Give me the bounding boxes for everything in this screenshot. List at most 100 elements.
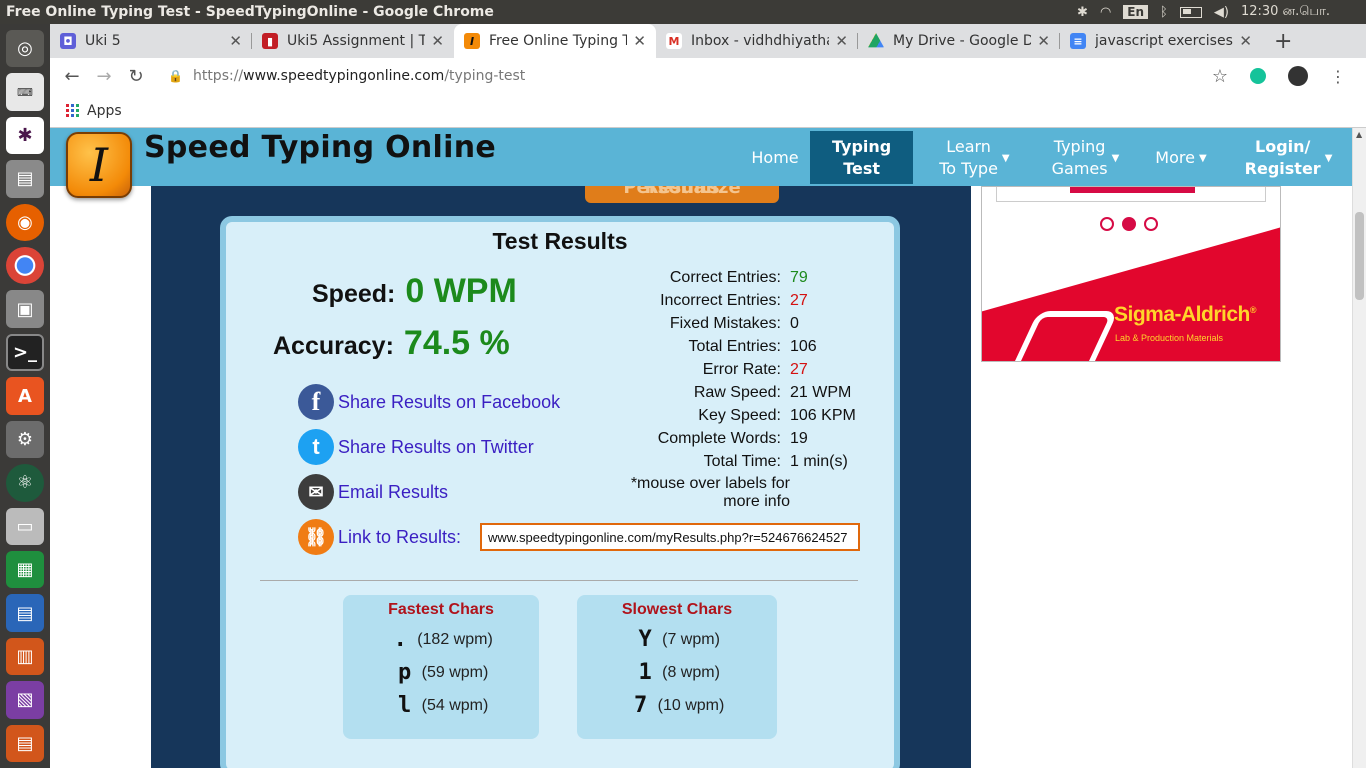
close-icon[interactable]: ✕	[1239, 32, 1252, 50]
carousel-dot[interactable]	[1144, 217, 1158, 231]
link-chain-icon[interactable]: ⛓	[298, 519, 334, 555]
bluetooth-icon[interactable]: ᛒ	[1160, 5, 1168, 20]
twitter-icon[interactable]: t	[298, 429, 334, 465]
page-scrollbar[interactable]: ▲	[1352, 128, 1366, 768]
stat-label[interactable]: Raw Speed:	[616, 384, 790, 402]
nav-login-register[interactable]: Login/Register ▼	[1219, 131, 1333, 184]
results-link-field[interactable]: www.speedtypingonline.com/myResults.php?…	[480, 523, 860, 551]
tab-javascript-exercises[interactable]: ≡ javascript exercises ✕	[1060, 24, 1262, 58]
stat-label[interactable]: Fixed Mistakes:	[616, 315, 790, 333]
back-icon[interactable]: ←	[56, 66, 88, 87]
wifi-icon[interactable]: ◠	[1100, 5, 1111, 20]
share-twitter[interactable]: t Share Results on Twitter	[298, 429, 534, 465]
stat-label[interactable]: Total Entries:	[616, 338, 790, 356]
share-email[interactable]: ✉ Email Results	[298, 474, 448, 510]
close-icon[interactable]: ✕	[229, 32, 242, 50]
close-icon[interactable]: ✕	[633, 32, 646, 50]
stat-row: Complete Words: 19	[616, 427, 896, 450]
site-header: I Speed Typing Online Home Typing Test Le…	[50, 128, 1352, 198]
stat-value: 106	[790, 337, 817, 355]
facebook-icon[interactable]: f	[298, 384, 334, 420]
tab-google-drive[interactable]: My Drive - Google Dr ✕	[858, 24, 1060, 58]
stat-label[interactable]: Total Time:	[616, 453, 790, 471]
bookmark-star-icon[interactable]: ☆	[1212, 66, 1228, 87]
files-icon[interactable]: ▤	[6, 160, 44, 198]
close-icon[interactable]: ✕	[1037, 32, 1050, 50]
nav-more[interactable]: More ▼	[1131, 131, 1218, 184]
site-logo[interactable]: I	[66, 132, 132, 198]
scroll-up-icon[interactable]: ▲	[1356, 130, 1362, 139]
menu-kebab-icon[interactable]: ⋮	[1330, 67, 1346, 86]
speed-metric: Speed: 0 WPM	[312, 272, 517, 311]
system-tray: ✱ ◠ En ᛒ ◀) 12:30 ன.பொ.	[1077, 4, 1366, 20]
test-results-panel: Test Results Speed: 0 WPM Accuracy: 74.5 %…	[220, 216, 900, 768]
advertisement[interactable]: Sigma-Aldrich® Lab & Production Material…	[981, 186, 1281, 362]
nav-games-line1: Typing	[1053, 136, 1106, 156]
nav-home[interactable]: Home	[740, 131, 810, 184]
tab-gmail[interactable]: M Inbox - vidhdhiyatha ✕	[656, 24, 858, 58]
site-name[interactable]: Speed Typing Online	[144, 130, 496, 165]
email-icon[interactable]: ✉	[298, 474, 334, 510]
stat-label[interactable]: Correct Entries:	[616, 269, 790, 287]
apps-grid-icon[interactable]	[66, 104, 79, 117]
slack-tray-icon[interactable]: ✱	[1077, 5, 1088, 20]
fastest-chars-box: Fastest Chars . (182 wpm) p (59 wpm) l (54 …	[343, 595, 539, 739]
stat-label[interactable]: Complete Words:	[616, 430, 790, 448]
lock-icon[interactable]: 🔒	[168, 69, 183, 83]
chrome-icon[interactable]	[6, 247, 44, 285]
speed-label[interactable]: Speed:	[312, 280, 395, 308]
libreoffice-impress-icon[interactable]: ▥	[6, 637, 44, 676]
dash-icon[interactable]: ◎	[6, 30, 44, 68]
tab-uki5[interactable]: ◘ Uki 5 ✕	[50, 24, 252, 58]
stat-label[interactable]: Error Rate:	[616, 361, 790, 379]
onboard-keyboard-icon[interactable]: ⌨	[6, 73, 44, 111]
libreoffice-calc-icon[interactable]: ▦	[6, 550, 44, 589]
stat-label[interactable]: Incorrect Entries:	[616, 292, 790, 310]
firefox-icon[interactable]: ◉	[6, 203, 44, 242]
libreoffice-writer-icon[interactable]: ▤	[6, 594, 44, 632]
grammarly-icon[interactable]	[1250, 68, 1266, 84]
tab-uki5-assignment[interactable]: ▮ Uki5 Assignment | Tr ✕	[252, 24, 454, 58]
trash-icon[interactable]: ▤	[6, 724, 44, 762]
results-title: Test Results	[492, 228, 628, 254]
accuracy-label[interactable]: Accuracy:	[273, 332, 394, 360]
share-facebook[interactable]: f Share Results on Facebook	[298, 384, 560, 420]
personalize-results-button[interactable]: Personalize Results	[585, 186, 779, 203]
forward-icon[interactable]: →	[88, 66, 120, 87]
carousel-dot-active[interactable]	[1122, 217, 1136, 231]
share-facebook-link[interactable]: Share Results on Facebook	[338, 392, 560, 413]
scrollbar-thumb[interactable]	[1355, 212, 1364, 300]
tab-speedtyping[interactable]: I Free Online Typing T ✕	[454, 24, 656, 58]
email-results-link[interactable]: Email Results	[338, 482, 448, 503]
terminal-icon[interactable]: >_	[6, 333, 44, 372]
nav-learn-to-type[interactable]: Learn To Type ▼	[913, 131, 1021, 184]
slowest-chars-box: Slowest Chars Y (7 wpm) 1 (8 wpm) 7 (10 wpm…	[577, 595, 777, 739]
settings-icon[interactable]: ⚙	[6, 420, 44, 459]
apps-bookmark[interactable]: Apps	[87, 103, 122, 119]
note-line1: *mouse over labels for	[630, 475, 790, 492]
nav-typing-games[interactable]: Typing Games ▼	[1022, 131, 1132, 184]
profile-avatar[interactable]	[1288, 66, 1308, 86]
close-icon[interactable]: ✕	[431, 32, 444, 50]
clock[interactable]: 12:30 ன.பொ.	[1241, 4, 1330, 20]
char: 7	[634, 693, 648, 718]
new-tab-button[interactable]: +	[1262, 24, 1304, 58]
share-twitter-link[interactable]: Share Results on Twitter	[338, 437, 534, 458]
slack-icon[interactable]: ✱	[6, 116, 44, 155]
nav-typing-test[interactable]: Typing Test	[810, 131, 914, 184]
camera-icon[interactable]: ▣	[6, 290, 44, 328]
image-viewer-icon[interactable]: ▧	[6, 681, 44, 719]
stat-label[interactable]: Key Speed:	[616, 407, 790, 425]
address-bar[interactable]: 🔒 https://www.speedtypingonline.com/typi…	[152, 68, 1212, 84]
ad-button[interactable]	[1070, 187, 1195, 193]
disk-icon[interactable]: ▭	[6, 507, 44, 545]
volume-icon[interactable]: ◀)	[1214, 5, 1229, 20]
atom-icon[interactable]: ⚛	[6, 464, 44, 502]
carousel-dot[interactable]	[1100, 217, 1114, 231]
software-center-icon[interactable]: A	[6, 377, 44, 415]
reload-icon[interactable]: ↻	[120, 66, 152, 87]
keyboard-language[interactable]: En	[1123, 5, 1149, 19]
battery-icon[interactable]	[1179, 6, 1202, 18]
close-icon[interactable]: ✕	[835, 32, 848, 50]
stat-value: 106 KPM	[790, 406, 856, 424]
